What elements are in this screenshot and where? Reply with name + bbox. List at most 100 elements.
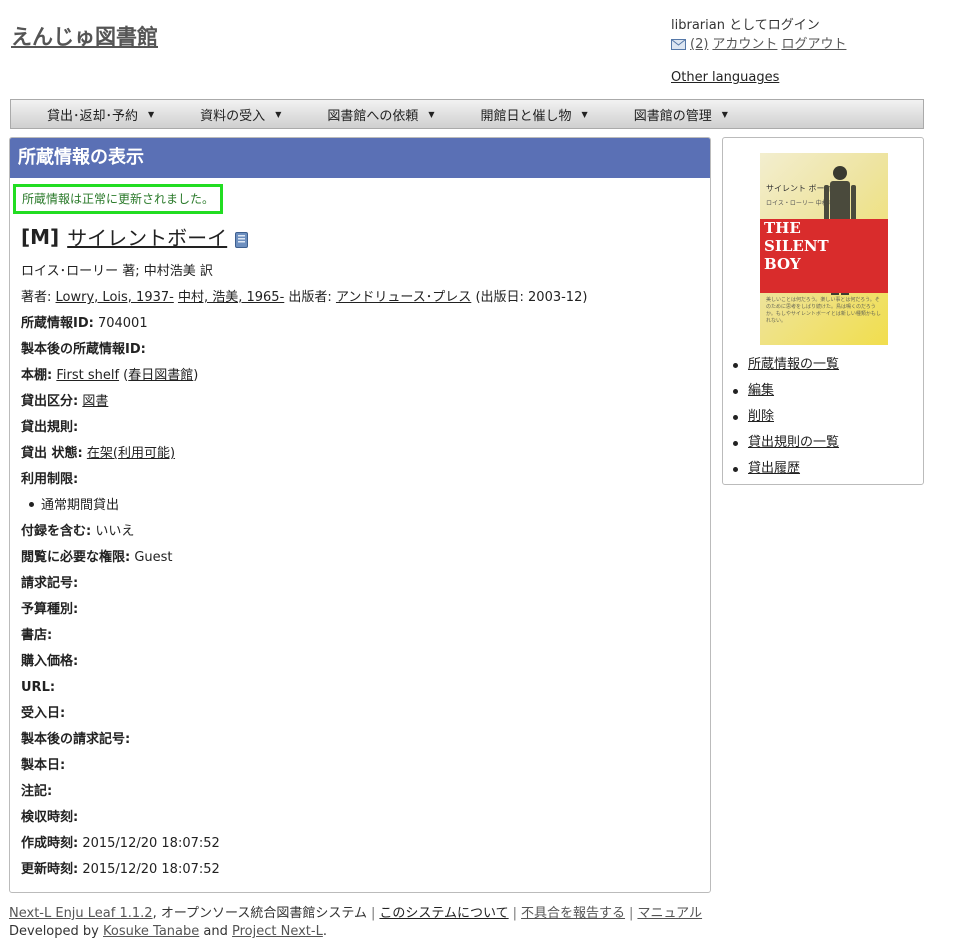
field-price: 購入価格: [21, 649, 701, 675]
menu-label: 開館日と催し物 [480, 108, 572, 124]
field-label: 受入日: [21, 706, 66, 721]
field-label: URL: [21, 680, 56, 695]
sidebar: サイレント ボーイ ロイス・ローリー 中村浩美 訳 THE SILENT BOY… [722, 137, 924, 485]
bullet-icon [733, 440, 738, 446]
field-inspected-at: 検収時刻: [21, 805, 701, 831]
site-title-link[interactable]: えんじゅ図書館 [11, 21, 158, 51]
caret-down-icon: ▼ [721, 109, 728, 119]
creators-label: 著者: [21, 290, 52, 305]
footer-line-1: Next-L Enju Leaf 1.1.2, オープンソース統合図書館システム… [9, 905, 702, 923]
field-binding-item-id: 製本後の所蔵情報ID: [21, 337, 701, 363]
logout-link[interactable]: ログアウト [781, 35, 846, 54]
translator-link[interactable]: 中村, 浩美, 1965- [178, 290, 284, 305]
field-required-role: 閲覧に必要な権限: Guest [21, 545, 701, 571]
product-link[interactable]: Next-L Enju Leaf 1.1.2 [9, 906, 153, 921]
field-url: URL: [21, 675, 701, 701]
edit-link[interactable]: 編集 [748, 378, 774, 404]
field-label: 閲覧に必要な権限: [21, 550, 131, 565]
field-use-restriction: 利用制限: [21, 467, 701, 493]
developer-link[interactable]: Kosuke Tanabe [103, 924, 199, 939]
mail-icon[interactable] [671, 37, 686, 50]
and-text: and [203, 924, 228, 939]
footer-separator: | [512, 906, 518, 921]
footer-separator: | [629, 906, 634, 921]
book-cover-image[interactable]: サイレント ボーイ ロイス・ローリー 中村浩美 訳 THE SILENT BOY… [760, 153, 888, 345]
footer-tagline: , オープンソース統合図書館システム [152, 906, 368, 921]
field-label: 注記: [21, 784, 53, 799]
field-note: 注記: [21, 779, 701, 805]
field-call-number: 請求記号: [21, 571, 701, 597]
field-label: 製本後の請求記号: [21, 732, 131, 747]
publisher-label: 出版者: [288, 290, 332, 305]
caret-down-icon: ▼ [428, 109, 435, 119]
sidebar-item-delete: 削除 [733, 404, 839, 430]
field-label: 本棚: [21, 368, 53, 383]
main-panel: 所蔵情報の表示 所蔵情報は正常に更新されました。 [M] サイレントボーイ ロイ… [9, 137, 711, 893]
sidebar-item-item-list: 所蔵情報の一覧 [733, 352, 839, 378]
project-link[interactable]: Project Next-L [232, 924, 323, 939]
menu-management[interactable]: 図書館の管理 ▼ [634, 105, 728, 124]
user-box: librarian としてログイン (2) アカウント ログアウト [671, 16, 846, 54]
caret-down-icon: ▼ [148, 109, 155, 119]
field-value: 2015/12/20 18:07:52 [82, 862, 220, 877]
field-label: 利用制限: [21, 472, 79, 487]
checkout-type-link[interactable]: 図書 [82, 394, 108, 409]
menu-acquisition[interactable]: 資料の受入 ▼ [200, 105, 281, 124]
account-link[interactable]: アカウント [712, 35, 777, 54]
publisher-link[interactable]: アンドリュース･プレス [336, 290, 471, 305]
bullet-icon [733, 466, 738, 472]
menu-events[interactable]: 開館日と催し物 ▼ [481, 105, 588, 124]
messages-count-link[interactable]: (2) [690, 35, 708, 54]
library-link[interactable]: 春日図書館 [128, 368, 193, 383]
cover-title-line: THE [764, 219, 801, 237]
checkout-history-link[interactable]: 貸出履歴 [748, 456, 800, 482]
period-text: . [322, 924, 327, 939]
field-binded-at: 製本日: [21, 753, 701, 779]
field-label: 書店: [21, 628, 53, 643]
author-link[interactable]: Lowry, Lois, 1937- [56, 290, 174, 305]
field-label: 検収時刻: [21, 810, 79, 825]
item-type-badge: [M] [21, 224, 60, 249]
list-item: 通常期間貸出 [21, 493, 701, 519]
item-heading: [M] サイレントボーイ [21, 222, 249, 251]
field-lending-rule: 貸出規則: [21, 415, 701, 441]
success-notice: 所蔵情報は正常に更新されました。 [13, 184, 224, 214]
field-binding-call-number: 製本後の請求記号: [21, 727, 701, 753]
item-title-link[interactable]: サイレントボーイ [67, 222, 227, 251]
field-circulation-status: 貸出 状態: 在架(利用可能) [21, 441, 701, 467]
field-label: 購入価格: [21, 654, 79, 669]
delete-link[interactable]: 削除 [748, 404, 774, 430]
field-label: 更新時刻: [21, 862, 79, 877]
page-title: 所蔵情報の表示 [10, 138, 710, 178]
manual-link[interactable]: マニュアル [637, 906, 702, 921]
field-item-id: 所蔵情報ID: 704001 [21, 311, 701, 337]
other-languages-link[interactable]: Other languages [671, 70, 779, 85]
field-value: Guest [134, 550, 173, 565]
menu-request[interactable]: 図書館への依頼 ▼ [327, 105, 434, 124]
about-link[interactable]: このシステムについて [379, 906, 508, 921]
field-checkout-type: 貸出区分: 図書 [21, 389, 701, 415]
shelf-link[interactable]: First shelf [56, 368, 119, 383]
user-links: (2) アカウント ログアウト [671, 35, 846, 54]
menu-label: 図書館への依頼 [327, 108, 419, 124]
cover-title-line: BOY [764, 255, 801, 273]
pubdate-text: (出版日: 2003-12) [475, 290, 588, 305]
field-label: 貸出区分: [21, 394, 79, 409]
report-bug-link[interactable]: 不具合を報告する [521, 906, 625, 921]
field-budget-type: 予算種別: [21, 597, 701, 623]
field-label: 作成時刻: [21, 836, 79, 851]
main-menu: 貸出･返却･予約 ▼ 資料の受入 ▼ 図書館への依頼 ▼ 開館日と催し物 ▼ 図書館の管… [10, 99, 924, 129]
field-updated-at: 更新時刻: 2015/12/20 18:07:52 [21, 857, 701, 883]
lending-rules-link[interactable]: 貸出規則の一覧 [748, 430, 839, 456]
bullet-icon [29, 502, 34, 507]
item-list-link[interactable]: 所蔵情報の一覧 [748, 352, 839, 378]
bullet-icon [733, 362, 738, 368]
field-shelf: 本棚: First shelf (春日図書館) [21, 368, 199, 383]
circulation-status-link[interactable]: 在架(利用可能) [87, 446, 175, 461]
caret-down-icon: ▼ [275, 109, 282, 119]
bullet-icon [733, 414, 738, 420]
menu-circulation[interactable]: 貸出･返却･予約 ▼ [47, 105, 154, 124]
caret-down-icon: ▼ [581, 109, 588, 119]
sidebar-item-lending-rules: 貸出規則の一覧 [733, 430, 839, 456]
sidebar-item-checkout-history: 貸出履歴 [733, 456, 839, 482]
